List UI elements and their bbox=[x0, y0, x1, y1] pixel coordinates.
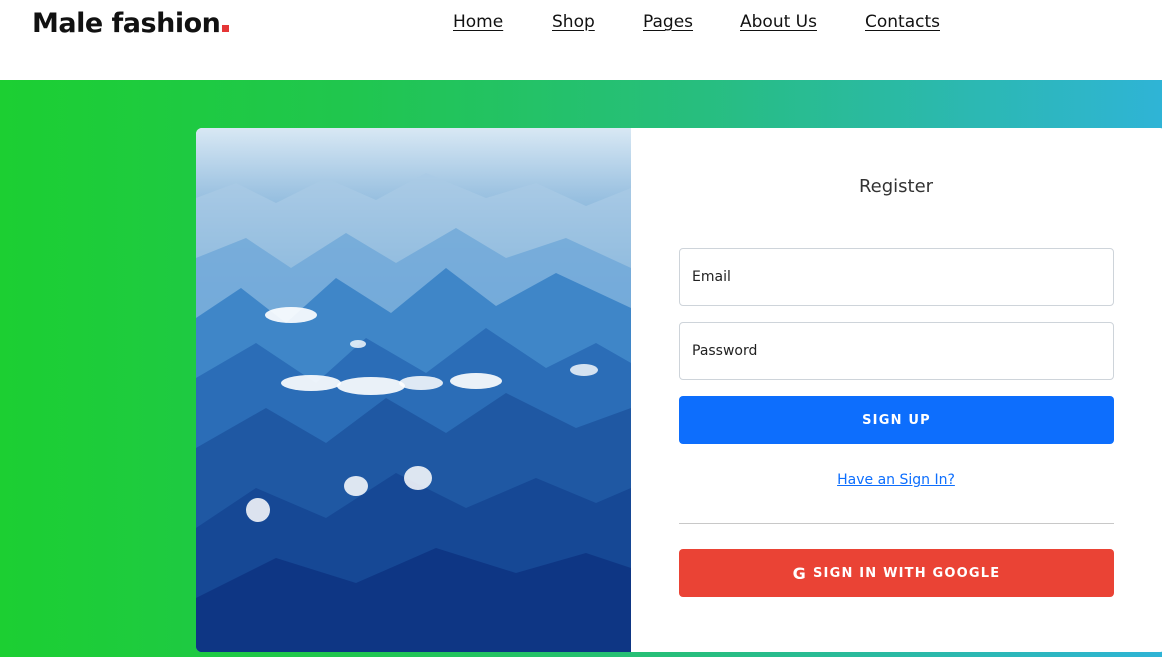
site-header: Male fashion Home Shop Pages About Us Co… bbox=[0, 0, 1162, 80]
nav-home[interactable]: Home bbox=[453, 12, 503, 32]
google-sign-in-label: SIGN IN WITH GOOGLE bbox=[812, 565, 1001, 581]
register-form: Register SIGN UP Have an Sign In? G SIGN … bbox=[631, 128, 1162, 652]
nav-pages[interactable]: Pages bbox=[643, 12, 693, 32]
divider bbox=[679, 523, 1114, 524]
sign-up-label: SIGN UP bbox=[862, 412, 931, 428]
google-sign-in-button[interactable]: G SIGN IN WITH GOOGLE bbox=[679, 549, 1114, 597]
nav-about-us[interactable]: About Us bbox=[740, 12, 817, 32]
have-sign-in-link[interactable]: Have an Sign In? bbox=[631, 472, 1161, 488]
sign-up-button[interactable]: SIGN UP bbox=[679, 396, 1114, 444]
form-title: Register bbox=[858, 176, 934, 197]
nav-shop[interactable]: Shop bbox=[552, 12, 595, 32]
nav-contacts[interactable]: Contacts bbox=[865, 12, 940, 32]
password-field[interactable] bbox=[679, 322, 1114, 380]
register-card: Register SIGN UP Have an Sign In? G SIGN … bbox=[196, 128, 1162, 652]
mountain-illustration bbox=[196, 173, 631, 652]
mountain-image bbox=[196, 128, 631, 652]
email-field[interactable] bbox=[679, 248, 1114, 306]
google-g-icon: G bbox=[792, 563, 807, 583]
main-nav: Home Shop Pages About Us Contacts bbox=[0, 12, 1162, 36]
